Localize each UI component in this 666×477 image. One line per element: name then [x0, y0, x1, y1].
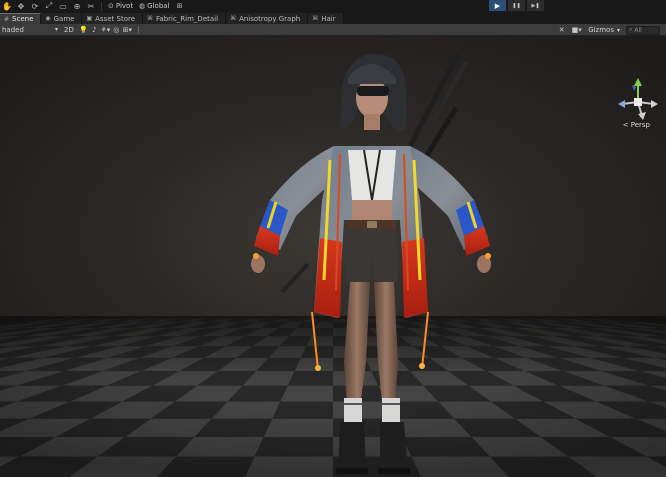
tab-label: Asset Store	[95, 14, 136, 23]
global-toggle-button[interactable]: ◍ Global	[136, 2, 172, 10]
main-toolbar: ✋ ✥ ⟳ ⤢ ▭ ⊕ ✂ ⊙ Pivot ◍ Global ⊞ ▶ ❚❚ ▶❚	[0, 0, 666, 12]
grid-snap-icon[interactable]: ⊞	[173, 1, 187, 12]
tab-asset-store[interactable]: ▣ Asset Store	[82, 13, 144, 24]
shader-graph-icon: ⌘	[230, 15, 237, 22]
rotate-tool-icon[interactable]: ⟳	[28, 1, 42, 12]
gizmos-dropdown[interactable]: Gizmos ▾	[586, 26, 622, 34]
chevron-down-icon: ▾	[54, 26, 58, 33]
gizmos-label: Gizmos	[588, 26, 614, 34]
tab-label: Scene	[12, 15, 34, 23]
tab-label: Fabric_Rim_Detail	[156, 14, 219, 23]
scene-search-input[interactable]: ⌕ All	[626, 25, 660, 35]
tools-settings-icon[interactable]: ✕	[556, 25, 567, 35]
pivot-label: Pivot	[115, 2, 134, 10]
pivot-icon: ⊙	[108, 2, 114, 10]
character-model[interactable]	[230, 50, 510, 477]
tab-hair[interactable]: ⌘ Hair	[308, 13, 344, 24]
audio-toggle-icon[interactable]: ♪	[89, 25, 100, 35]
scene-viewport[interactable]: < Persp	[0, 36, 666, 477]
global-label: Global	[147, 2, 170, 10]
tab-game[interactable]: ◉ Game	[41, 13, 83, 24]
chevron-down-icon: ▾	[616, 26, 620, 34]
tab-fabric-rim-detail[interactable]: ⌘ Fabric_Rim_Detail	[143, 13, 227, 24]
snap-toggle-icon[interactable]: ⋮	[133, 25, 144, 35]
pivot-toggle-button[interactable]: ⊙ Pivot	[105, 2, 136, 10]
projection-label[interactable]: < Persp	[623, 121, 650, 129]
scale-tool-icon[interactable]: ⤢	[42, 1, 56, 12]
play-button[interactable]: ▶	[489, 0, 506, 11]
tab-label: Anisotropy Graph	[239, 14, 301, 23]
move-tool-icon[interactable]: ✥	[14, 1, 28, 12]
store-icon: ▣	[86, 15, 93, 22]
grid-toggle-icon[interactable]: ⊞▾	[122, 25, 133, 35]
search-icon: ⌕	[629, 26, 633, 33]
toolbar-divider	[101, 1, 102, 11]
camera-settings-icon[interactable]: ■▾	[571, 25, 582, 35]
scene-view-toolbar: haded ▾ 2D 💡 ♪ ⚘▾ ◎ ⊞▾ ⋮ ✕ ■▾ Gizmos ▾ ⌕…	[0, 24, 666, 36]
pause-button[interactable]: ❚❚	[508, 0, 525, 11]
transform-tool-icon[interactable]: ⊕	[70, 1, 84, 12]
play-controls: ▶ ❚❚ ▶❚	[489, 0, 544, 12]
effects-dropdown-icon[interactable]: ⚘▾	[100, 25, 111, 35]
tab-scene[interactable]: # Scene	[0, 13, 42, 24]
tab-label: Game	[53, 14, 75, 23]
shader-graph-icon: ⌘	[147, 15, 154, 22]
2d-toggle-button[interactable]: 2D	[60, 26, 78, 34]
shader-graph-icon: ⌘	[312, 15, 319, 22]
tab-anisotropy-graph[interactable]: ⌘ Anisotropy Graph	[226, 13, 309, 24]
hidden-objects-icon[interactable]: ◎	[111, 25, 122, 35]
scene-icon: #	[4, 15, 10, 23]
search-placeholder: All	[634, 26, 642, 34]
scene-toolbar-right: ✕ ■▾ Gizmos ▾ ⌕ All	[556, 24, 660, 36]
draw-mode-dropdown[interactable]: haded ▾	[0, 26, 60, 34]
tab-label: Hair	[321, 14, 336, 23]
2d-label: 2D	[64, 25, 74, 34]
game-icon: ◉	[45, 15, 51, 22]
hand-tool-icon[interactable]: ✋	[0, 1, 14, 12]
draw-mode-value: haded	[2, 25, 24, 34]
rect-tool-icon[interactable]: ▭	[56, 1, 70, 12]
lighting-toggle-icon[interactable]: 💡	[78, 25, 89, 35]
custom-tool-icon[interactable]: ✂	[84, 1, 98, 12]
editor-tab-bar: # Scene ◉ Game ▣ Asset Store ⌘ Fabric_Ri…	[0, 12, 666, 24]
step-button[interactable]: ▶❚	[527, 0, 544, 11]
globe-icon: ◍	[139, 2, 146, 10]
